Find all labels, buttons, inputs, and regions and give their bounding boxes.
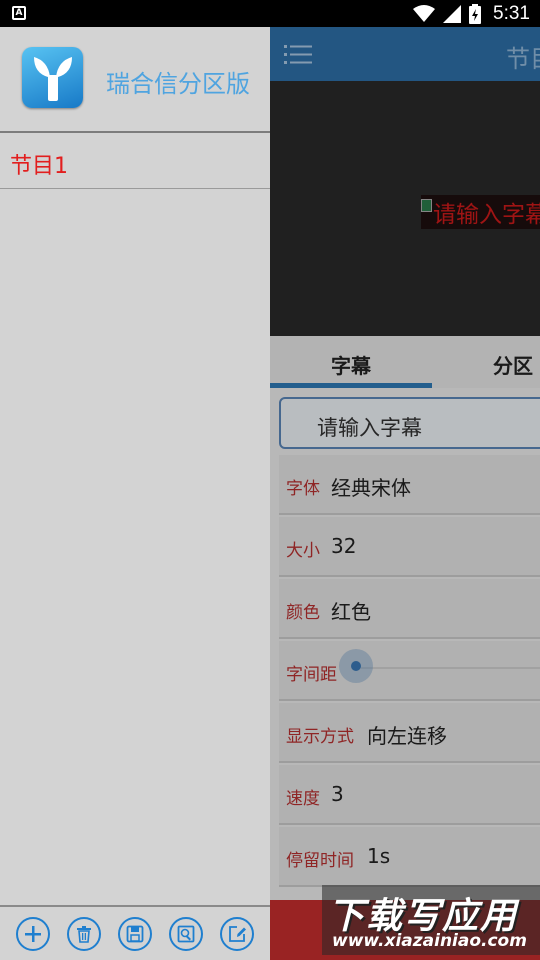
drawer-bottom-toolbar <box>0 905 270 960</box>
watermark: 下载写应用 www.xiazainiao.com <box>322 885 540 955</box>
navigation-drawer: 瑞合信分区版 节目1 <box>0 27 270 960</box>
status-icons: 5:31 <box>413 3 530 25</box>
battery-icon <box>469 4 482 24</box>
program-label: 节目1 <box>10 154 68 179</box>
wifi-icon <box>413 5 436 22</box>
edit-icon <box>229 926 246 942</box>
sprout-icon <box>22 47 83 108</box>
image-search-icon <box>177 925 195 943</box>
add-icon <box>25 926 41 942</box>
drawer-scrim[interactable] <box>270 27 540 960</box>
watermark-url: www.xiazainiao.com <box>332 931 527 951</box>
delete-button[interactable] <box>67 917 101 951</box>
add-button[interactable] <box>16 917 50 951</box>
save-icon <box>126 925 144 943</box>
program-list-item[interactable]: 节目1 <box>0 133 270 189</box>
save-button[interactable] <box>118 917 152 951</box>
trash-icon <box>77 926 91 943</box>
drawer-header: 瑞合信分区版 <box>0 27 270 133</box>
status-bar: A 5:31 <box>0 0 540 27</box>
a-icon: A <box>12 6 26 20</box>
app-name: 瑞合信分区版 <box>106 70 250 98</box>
clock: 5:31 <box>493 3 530 24</box>
image-search-button[interactable] <box>169 917 203 951</box>
signal-icon <box>443 5 462 23</box>
edit-button[interactable] <box>220 917 254 951</box>
